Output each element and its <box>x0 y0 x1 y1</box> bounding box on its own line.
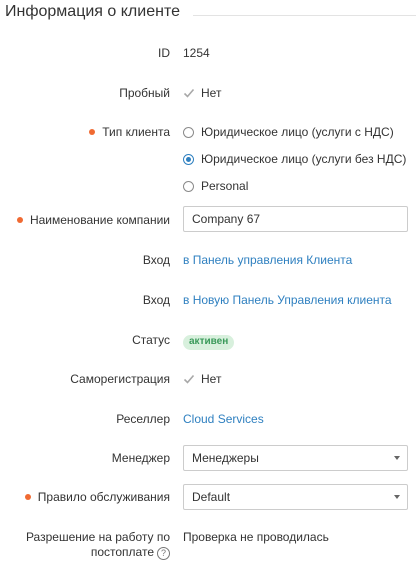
service-rule-label-text: Правило обслуживания <box>37 490 170 504</box>
id-label: ID <box>158 46 170 60</box>
id-value: 1254 <box>183 46 210 60</box>
required-indicator <box>16 217 23 223</box>
company-name-input[interactable]: Company 67 <box>183 206 408 232</box>
client-type-option-legal-vat[interactable]: Юридическое лицо (услуги с НДС) <box>183 125 394 139</box>
company-name-label: Наименование компании <box>16 213 170 227</box>
reseller-link[interactable]: Cloud Services <box>183 412 264 426</box>
postpaid-label-line2-wrap: постоплате? <box>26 545 170 560</box>
service-rule-label: Правило обслуживания <box>24 490 170 504</box>
help-icon[interactable]: ? <box>157 547 170 560</box>
radio-button-selected[interactable] <box>183 154 194 165</box>
radio-button[interactable] <box>183 127 194 138</box>
service-rule-select[interactable]: Default <box>183 484 408 510</box>
client-panel-link[interactable]: в Панель управления Клиента <box>183 253 352 267</box>
reseller-label: Реселлер <box>116 412 170 426</box>
new-client-panel-link[interactable]: в Новую Панель Управления клиента <box>183 293 392 307</box>
section-title: Информация о клиенте <box>5 3 180 20</box>
self-registration-value-wrap: Нет <box>183 372 221 386</box>
required-indicator <box>24 494 31 500</box>
chevron-down-icon <box>394 456 400 460</box>
manager-label: Менеджер <box>111 451 170 465</box>
client-type-label-text: Тип клиента <box>102 125 170 139</box>
client-type-option-personal[interactable]: Personal <box>183 179 248 193</box>
trial-label: Пробный <box>119 86 170 100</box>
client-type-option-legal-no-vat[interactable]: Юридическое лицо (услуги без НДС) <box>183 152 406 166</box>
trial-value: Нет <box>201 86 222 100</box>
self-registration-label: Саморегистрация <box>70 372 170 386</box>
chevron-down-icon <box>394 495 400 499</box>
radio-label: Юридическое лицо (услуги с НДС) <box>201 125 394 139</box>
login-label: Вход <box>142 293 170 307</box>
manager-select[interactable]: Менеджеры <box>183 445 408 471</box>
status-badge: активен <box>183 335 235 350</box>
manager-select-value: Менеджеры <box>192 451 259 465</box>
postpaid-value: Проверка не проводилась <box>183 530 329 544</box>
login-label: Вход <box>142 253 170 267</box>
self-registration-value: Нет <box>201 372 222 386</box>
radio-button[interactable] <box>183 181 194 192</box>
postpaid-label: Разрешение на работу по постоплате? <box>26 530 170 560</box>
company-name-label-text: Наименование компании <box>29 213 170 227</box>
section-divider <box>193 15 416 16</box>
status-label: Статус <box>132 333 170 347</box>
radio-label: Personal <box>201 179 249 193</box>
postpaid-label-line1: Разрешение на работу по <box>25 530 170 544</box>
trial-value-wrap: Нет <box>183 86 221 100</box>
service-rule-select-value: Default <box>192 490 231 504</box>
check-icon <box>183 88 195 98</box>
client-type-label: Тип клиента <box>89 125 170 139</box>
radio-label: Юридическое лицо (услуги без НДС) <box>201 152 407 166</box>
check-icon <box>183 374 195 384</box>
required-indicator <box>89 129 96 135</box>
postpaid-label-line2: постоплате <box>90 545 154 559</box>
status-badge-wrap: активен <box>183 333 235 350</box>
